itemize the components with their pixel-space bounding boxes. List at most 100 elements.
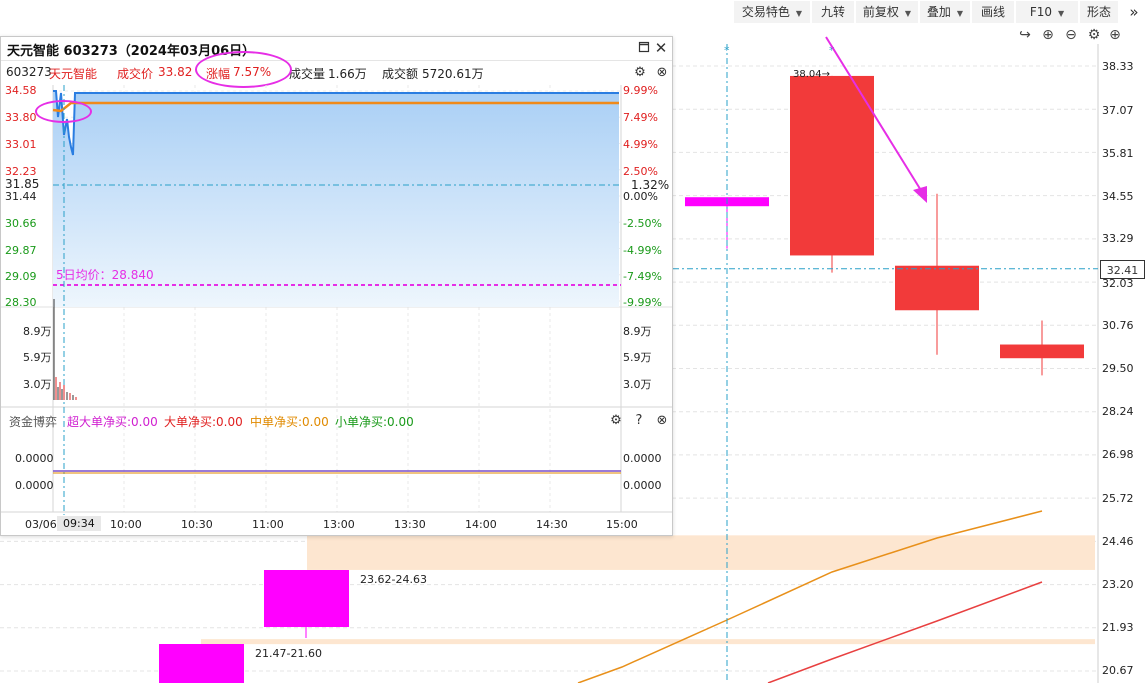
toolbar: 交易特色 ▼ 九转 前复权 ▼ 叠加 ▼ 画线 F10 ▼ 形态 » <box>0 0 1147 24</box>
chevron-down-icon: ▼ <box>904 9 912 18</box>
pct-axis-label: 2.50% <box>623 165 658 178</box>
time-axis-label: 10:00 <box>110 518 142 531</box>
volume-axis-label: 8.9万 <box>23 325 52 338</box>
popup-header: 天元智能 603273（2024年03月06日） ✕ <box>1 37 672 61</box>
price-axis-label: 29.09 <box>5 270 37 283</box>
pct-axis-label: -4.99% <box>623 244 662 257</box>
price-axis-label: 28.30 <box>5 296 37 309</box>
zone-marker <box>264 570 349 627</box>
f10-button[interactable]: F10 ▼ <box>1016 1 1078 23</box>
price-axis-label: 21.93 <box>1102 621 1134 634</box>
highlight-circle <box>195 51 292 88</box>
price-axis-label: 34.58 <box>5 84 37 97</box>
zoom-out-icon[interactable]: ⊖ <box>1062 26 1080 44</box>
flow-axis-label: 0.0000 <box>623 479 662 492</box>
price-axis-label: 33.80 <box>5 111 37 124</box>
redo-icon[interactable]: ↪ <box>1016 26 1034 44</box>
price-axis-label: 29.87 <box>5 244 37 257</box>
price-axis-label: 26.98 <box>1102 448 1134 461</box>
ma-line-red <box>767 581 1043 683</box>
overlay-button[interactable]: 叠加 ▼ <box>920 1 970 23</box>
price-zone <box>201 639 1095 645</box>
amount-label: 成交额 <box>382 67 419 81</box>
zone-marker <box>159 644 244 683</box>
price-axis-label: 38.33 <box>1102 60 1134 73</box>
price-axis-label: 30.66 <box>5 217 37 230</box>
price-axis-label: 25.72 <box>1102 492 1134 505</box>
draw-line-button[interactable]: 画线 <box>972 1 1014 23</box>
price-axis-label: 20.67 <box>1102 664 1134 677</box>
amount-value: 5720.61万 <box>422 67 484 81</box>
pattern-button[interactable]: 形态 <box>1080 1 1118 23</box>
price-line <box>53 90 619 156</box>
pct-axis-label: 7.49% <box>623 111 658 124</box>
close-circle-icon[interactable]: ⊗ <box>654 65 670 81</box>
highlight-circle <box>35 100 92 123</box>
close-icon[interactable]: ✕ <box>653 40 669 56</box>
time-axis-label: 13:00 <box>323 518 355 531</box>
zoom-in-icon[interactable]: ⊕ <box>1039 26 1057 44</box>
help-icon[interactable]: ? <box>631 413 647 429</box>
chevron-down-icon: ▼ <box>1058 9 1065 18</box>
cursor-time-label: 09:34 <box>57 516 101 531</box>
chevron-down-icon: ▼ <box>795 9 803 18</box>
avg5-label: 5日均价：28.840 <box>56 268 154 282</box>
volume-axis-label: 3.0万 <box>23 378 52 391</box>
average-price-line <box>52 101 619 113</box>
price-axis-label: 37.07 <box>1102 104 1134 117</box>
candle-body <box>790 75 874 256</box>
flow-axis-label: 0.0000 <box>15 479 54 492</box>
flow-small: 小单净买:0.00 <box>335 415 414 429</box>
zone-label: 23.62-24.63 <box>360 573 427 586</box>
time-axis-label: 13:30 <box>394 518 426 531</box>
flow-super-large: 超大单净买:0.00 <box>67 415 158 429</box>
trading-features-button[interactable]: 交易特色 ▼ <box>734 1 810 23</box>
chevron-down-icon: ▼ <box>956 9 964 18</box>
time-axis-label: 03/06 <box>25 518 57 531</box>
volume-axis-label: 3.0万 <box>623 378 652 391</box>
zoom-in-icon[interactable]: ⊕ <box>1106 26 1124 44</box>
flow-label: 资金博弈 <box>9 415 58 429</box>
price-axis-label: 28.24 <box>1102 405 1134 418</box>
pct-axis-label: -7.49% <box>623 270 662 283</box>
time-axis-label: 11:00 <box>252 518 284 531</box>
price-label: 成交价 <box>117 67 154 81</box>
price-axis-label: 30.76 <box>1102 319 1134 332</box>
nine-turn-button[interactable]: 九转 <box>812 1 854 23</box>
pct-axis-label: -2.50% <box>623 217 662 230</box>
intraday-popup[interactable]: 天元智能 603273（2024年03月06日） ✕ 603273 天元智能 成… <box>0 36 673 536</box>
settings-icon[interactable]: ⚙ <box>1085 26 1103 44</box>
current-price-tag: 32.41 <box>1100 260 1145 279</box>
high-mark-label: 38.04→ <box>793 69 831 80</box>
pct-axis-label: -9.99% <box>623 296 662 309</box>
pct-axis-label: 4.99% <box>623 138 658 151</box>
volume-axis-label: 5.9万 <box>23 351 52 364</box>
price-value: 33.82 <box>158 65 193 79</box>
flow-axis-label: 0.0000 <box>15 452 54 465</box>
volume-value: 1.66万 <box>328 67 367 81</box>
price-axis-label: 33.01 <box>5 138 37 151</box>
forward-adjust-button[interactable]: 前复权 ▼ <box>856 1 918 23</box>
flow-medium: 中单净买:0.00 <box>250 415 329 429</box>
time-axis-label: 10:30 <box>181 518 213 531</box>
price-zone <box>307 535 1095 570</box>
restore-icon[interactable] <box>636 41 652 57</box>
flow-axis-label: 0.0000 <box>623 452 662 465</box>
zone-label: 21.47-21.60 <box>255 647 322 660</box>
settings-icon[interactable]: ⚙ <box>608 413 624 429</box>
price-axis-label: 34.55 <box>1102 190 1134 203</box>
candle-body <box>895 265 979 311</box>
close-circle-icon[interactable]: ⊗ <box>654 413 670 429</box>
price-axis-label: 29.50 <box>1102 362 1134 375</box>
time-axis-label: 14:30 <box>536 518 568 531</box>
stock-code: 603273 <box>6 65 52 79</box>
time-axis-label: 15:00 <box>606 518 638 531</box>
time-axis-label: 14:00 <box>465 518 497 531</box>
pct-axis-label: 9.99% <box>623 84 658 97</box>
settings-icon[interactable]: ⚙ <box>632 65 648 81</box>
double-chevron-right-icon[interactable]: » <box>1122 1 1146 23</box>
volume-axis-label: 8.9万 <box>623 325 652 338</box>
price-axis-label: 23.20 <box>1102 578 1134 591</box>
price-axis-label: 24.46 <box>1102 535 1134 548</box>
price-axis-label: 31.44 <box>5 190 37 203</box>
